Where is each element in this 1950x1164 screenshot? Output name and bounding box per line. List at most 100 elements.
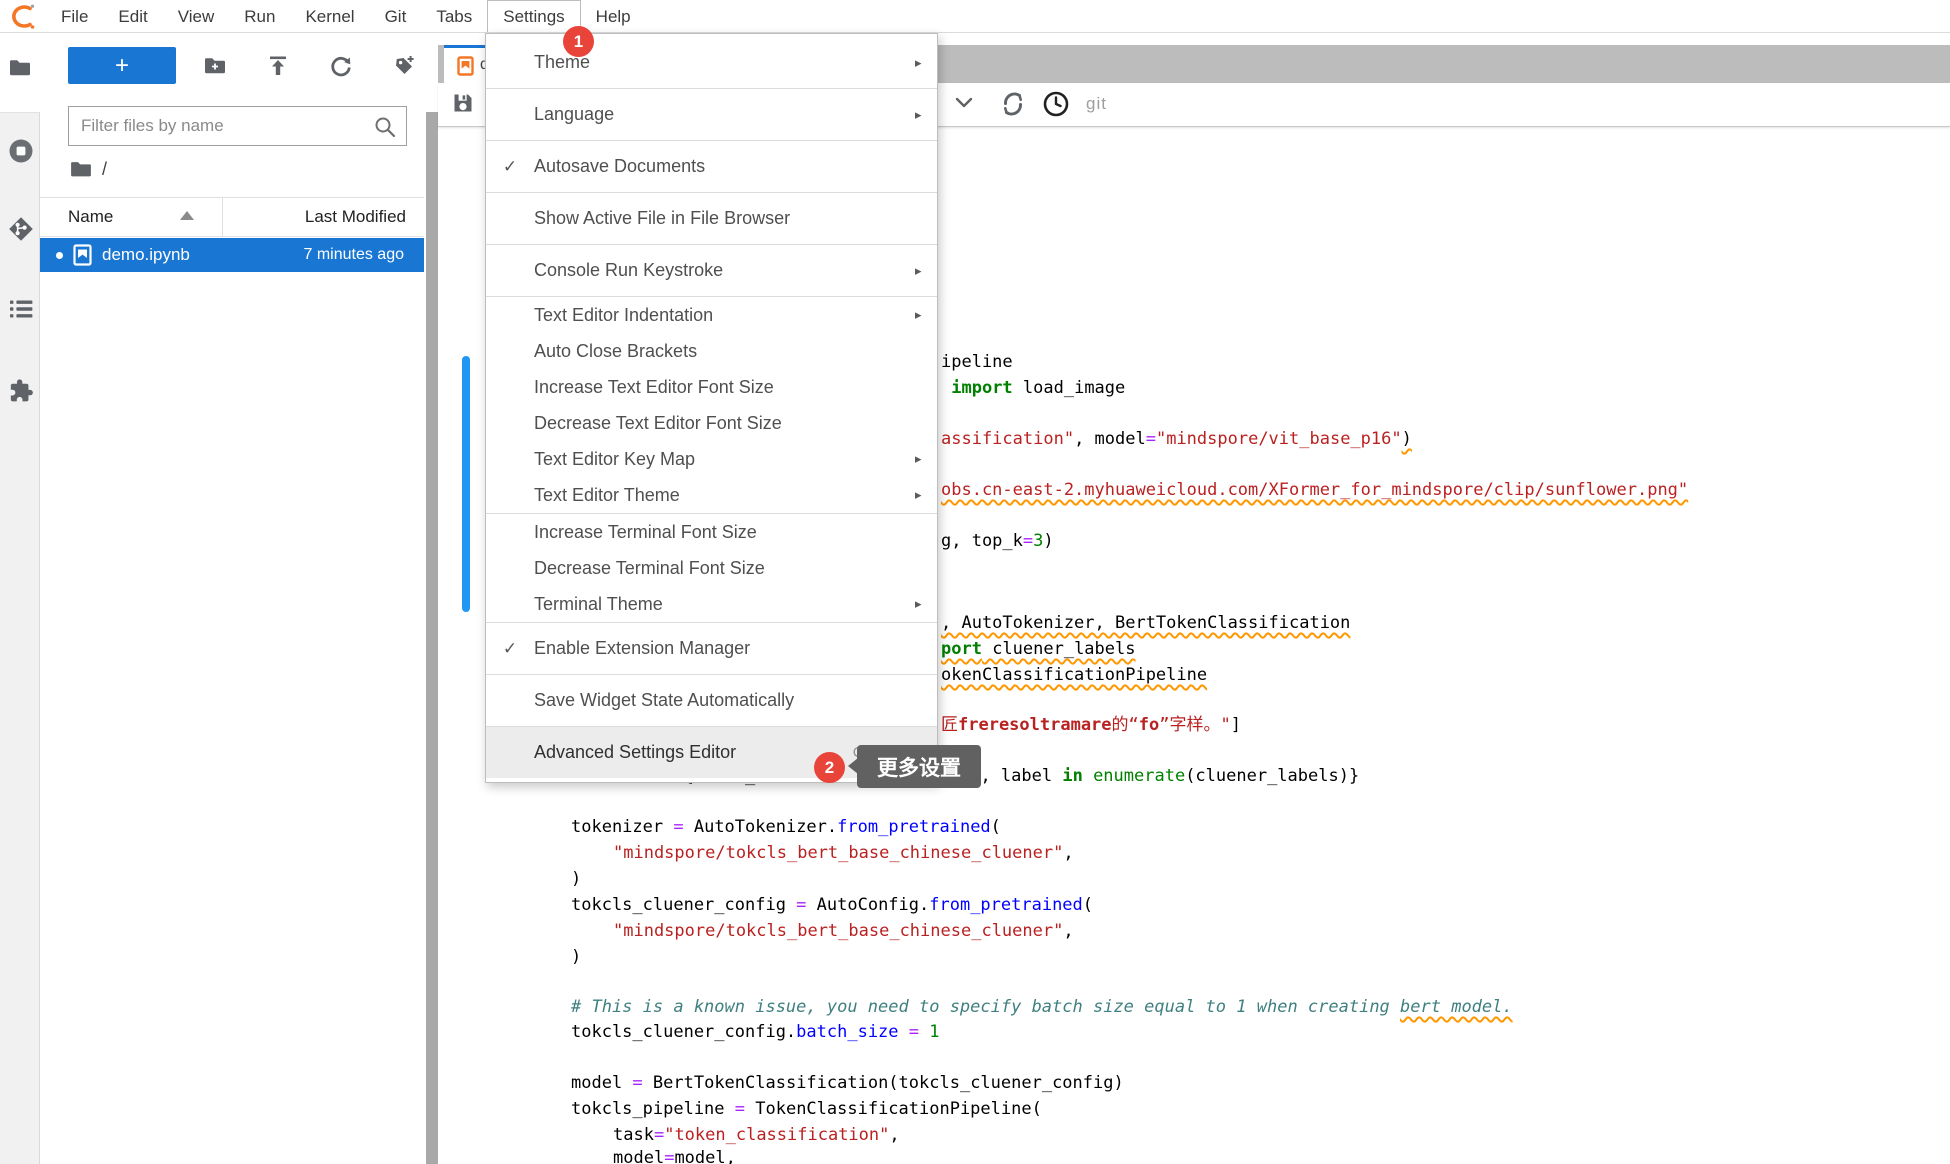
- menu-kernel[interactable]: Kernel: [290, 0, 369, 32]
- menu-item-label: Autosave Documents: [534, 156, 915, 177]
- submenu-arrow-icon: ▸: [915, 307, 937, 323]
- file-list-header: Name Last Modified: [40, 197, 424, 237]
- menu-item-label: Advanced Settings Editor: [534, 742, 853, 763]
- tooltip-text: 更多设置: [877, 752, 961, 782]
- sort-ascending-icon[interactable]: [180, 211, 194, 220]
- filter-files-box: [68, 106, 407, 146]
- menu-item-label: Text Editor Key Map: [534, 449, 915, 470]
- checkmark-icon: ✓: [486, 157, 534, 177]
- menu-item-increase-terminal-font-size[interactable]: Increase Terminal Font Size: [486, 514, 937, 550]
- file-modified-time: 7 minutes ago: [303, 246, 404, 264]
- menu-item-label: Text Editor Theme: [534, 485, 915, 506]
- menu-item-label: Text Editor Indentation: [534, 305, 915, 326]
- menu-item-decrease-text-editor-font-size[interactable]: Decrease Text Editor Font Size: [486, 405, 937, 441]
- menu-tabs[interactable]: Tabs: [421, 0, 487, 32]
- refresh-icon[interactable]: [329, 54, 353, 78]
- sync-icon[interactable]: [998, 89, 1024, 115]
- menu-view[interactable]: View: [163, 0, 230, 32]
- menu-item-label: Show Active File in File Browser: [534, 208, 915, 229]
- code-line: ): [571, 866, 581, 892]
- extensions-puzzle-icon[interactable]: [8, 378, 32, 402]
- code-line: "mindspore/tokcls_bert_base_chinese_clue…: [613, 918, 1074, 944]
- column-header-last-modified[interactable]: Last Modified: [305, 207, 406, 227]
- file-row-demo-ipynb[interactable]: demo.ipynb 7 minutes ago: [40, 238, 424, 272]
- menu-item-text-editor-indentation[interactable]: Text Editor Indentation▸: [486, 297, 937, 333]
- more-settings-tooltip: 更多设置: [857, 745, 981, 788]
- jupyterlab-window: { "menu_bar": { "items": ["File", "Edit"…: [0, 0, 1950, 1164]
- menu-bar: FileEditViewRunKernelGitTabsSettingsHelp: [0, 0, 1950, 33]
- code-line: ipeline: [941, 349, 1013, 375]
- new-tag-icon[interactable]: [392, 54, 416, 78]
- menu-item-console-run-keystroke[interactable]: Console Run Keystroke▸: [486, 245, 937, 296]
- menu-item-save-widget-state-automatically[interactable]: Save Widget State Automatically: [486, 675, 937, 726]
- jupyter-logo: [7, 3, 37, 30]
- menu-item-label: Language: [534, 104, 915, 125]
- menu-item-theme[interactable]: Theme▸: [486, 37, 937, 88]
- file-browser-panel: +: [40, 33, 424, 1164]
- table-of-contents-icon[interactable]: [8, 296, 32, 320]
- code-line: obs.cn-east-2.myhuaweicloud.com/XFormer_…: [941, 477, 1688, 503]
- submenu-arrow-icon: ▸: [915, 107, 937, 123]
- menu-item-label: Increase Terminal Font Size: [534, 522, 915, 543]
- running-sessions-icon[interactable]: [8, 138, 32, 162]
- search-icon: [373, 115, 397, 139]
- new-launcher-button[interactable]: +: [68, 47, 176, 84]
- menu-item-show-active-file-in-file-browser[interactable]: Show Active File in File Browser: [486, 193, 937, 244]
- annotation-badge-1: 1: [563, 26, 594, 57]
- save-icon[interactable]: [452, 92, 478, 118]
- menu-item-label: Theme: [534, 52, 915, 73]
- code-line: ): [571, 944, 581, 970]
- menu-item-text-editor-theme[interactable]: Text Editor Theme▸: [486, 477, 937, 513]
- menu-item-language[interactable]: Language▸: [486, 89, 937, 140]
- history-clock-icon[interactable]: [1042, 90, 1068, 116]
- menu-item-label: Enable Extension Manager: [534, 638, 915, 659]
- submenu-arrow-icon: ▸: [915, 263, 937, 279]
- menu-item-increase-text-editor-font-size[interactable]: Increase Text Editor Font Size: [486, 369, 937, 405]
- code-line: okenClassificationPipeline: [941, 662, 1207, 688]
- chevron-down-icon[interactable]: [954, 96, 980, 122]
- menu-item-label: Decrease Terminal Font Size: [534, 558, 915, 579]
- code-line: , AutoTokenizer, BertTokenClassification: [941, 610, 1350, 636]
- code-line: model = BertTokenClassification(tokcls_c…: [571, 1070, 1124, 1096]
- home-folder-icon[interactable]: [70, 160, 92, 178]
- toolbar-status-label: git: [1086, 94, 1107, 114]
- new-folder-icon[interactable]: [203, 54, 227, 78]
- menu-help[interactable]: Help: [581, 0, 646, 32]
- menu-item-terminal-theme[interactable]: Terminal Theme▸: [486, 586, 937, 622]
- code-line: import load_image: [941, 375, 1125, 401]
- menu-run[interactable]: Run: [229, 0, 290, 32]
- code-line: assification", model="mindspore/vit_base…: [941, 426, 1412, 452]
- menu-git[interactable]: Git: [370, 0, 422, 32]
- menu-item-label: Console Run Keystroke: [534, 260, 915, 281]
- menu-item-enable-extension-manager[interactable]: ✓Enable Extension Manager: [486, 623, 937, 674]
- menu-item-decrease-terminal-font-size[interactable]: Decrease Terminal Font Size: [486, 550, 937, 586]
- file-name: demo.ipynb: [102, 245, 190, 265]
- annotation-badge-2: 2: [814, 752, 845, 783]
- menu-file[interactable]: File: [46, 0, 103, 32]
- menu-item-auto-close-brackets[interactable]: Auto Close Brackets: [486, 333, 937, 369]
- panel-scrollbar[interactable]: [426, 112, 438, 1164]
- submenu-arrow-icon: ▸: [915, 55, 937, 71]
- menu-settings[interactable]: Settings: [487, 0, 580, 32]
- code-line: tokcls_cluener_config = AutoConfig.from_…: [571, 892, 1093, 918]
- menu-item-autosave-documents[interactable]: ✓Autosave Documents: [486, 141, 937, 192]
- code-line: tokcls_pipeline = TokenClassificationPip…: [571, 1096, 1042, 1122]
- code-line: "mindspore/tokcls_bert_base_chinese_clue…: [613, 840, 1074, 866]
- upload-icon[interactable]: [266, 54, 290, 78]
- code-line: 匠freresoltramare的“fo”字样。"]: [941, 712, 1241, 738]
- menu-item-text-editor-key-map[interactable]: Text Editor Key Map▸: [486, 441, 937, 477]
- column-header-name[interactable]: Name: [68, 207, 113, 227]
- code-line: tokcls_cluener_config.batch_size = 1: [571, 1019, 940, 1045]
- breadcrumb[interactable]: /: [70, 156, 107, 182]
- file-browser-icon[interactable]: [8, 56, 32, 80]
- submenu-arrow-icon: ▸: [915, 451, 937, 467]
- code-line: port cluener_labels: [941, 636, 1135, 662]
- menu-edit[interactable]: Edit: [103, 0, 162, 32]
- menu-item-label: Auto Close Brackets: [534, 341, 915, 362]
- filter-files-input[interactable]: [69, 107, 406, 145]
- code-line: # This is a known issue, you need to spe…: [571, 994, 1513, 1020]
- menu-item-label: Increase Text Editor Font Size: [534, 377, 915, 398]
- checkmark-icon: ✓: [486, 639, 534, 659]
- git-icon[interactable]: [8, 216, 32, 240]
- submenu-arrow-icon: ▸: [915, 596, 937, 612]
